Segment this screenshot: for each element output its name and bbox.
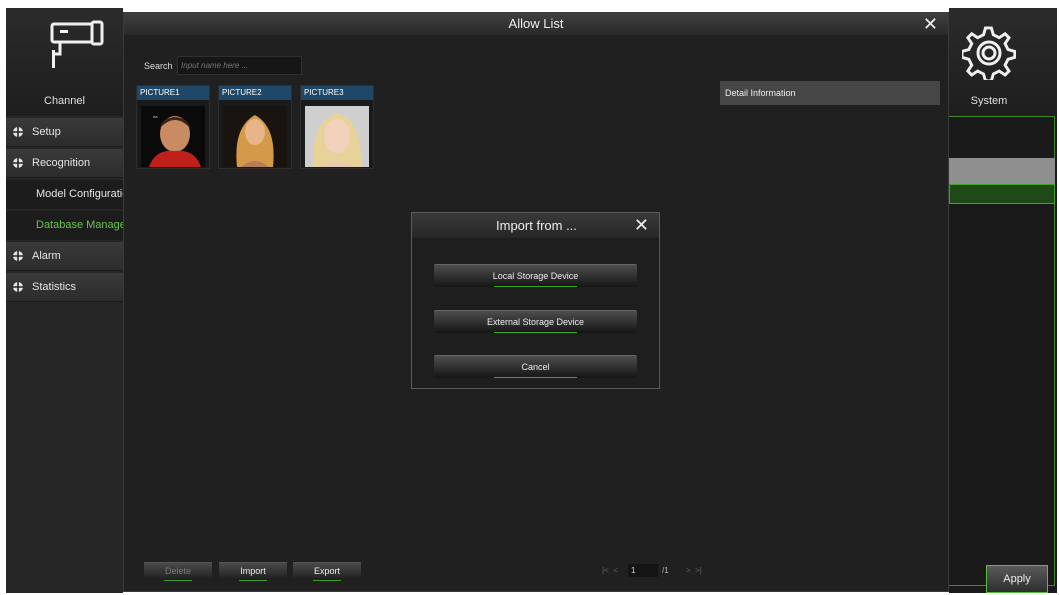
menu-item-statistics[interactable]: Statistics xyxy=(6,273,123,302)
face-thumbnail-image: ea xyxy=(141,106,205,167)
menu-item-model-configuration[interactable]: Model Configuration xyxy=(6,180,123,209)
right-list-row-selected[interactable] xyxy=(949,158,1055,184)
crosshair-icon xyxy=(13,251,23,261)
menu-item-recognition[interactable]: Recognition xyxy=(6,149,123,178)
menu-item-alarm[interactable]: Alarm xyxy=(6,242,123,271)
right-list-row-highlight[interactable] xyxy=(949,184,1055,204)
modal-title: Import from ... xyxy=(496,218,577,233)
menu-label: Alarm xyxy=(32,250,61,262)
last-page-icon[interactable]: >| xyxy=(695,566,702,575)
menu-label: Database Management xyxy=(36,219,123,231)
first-page-icon[interactable]: |< xyxy=(602,566,609,575)
modal-title-bar: Import from ... ✕ xyxy=(412,213,659,238)
left-sidebar: Channel Setup Recognition Model Configur… xyxy=(6,8,123,593)
detail-information-header: Detail Information xyxy=(720,81,940,105)
menu-label: Model Configuration xyxy=(36,188,123,200)
menu-item-setup[interactable]: Setup xyxy=(6,118,123,147)
menu-label: Recognition xyxy=(32,157,91,169)
dialog-title-bar: Allow List ✕ xyxy=(124,13,948,35)
channel-menu[interactable]: Channel xyxy=(6,8,123,116)
menu-label: Setup xyxy=(32,126,61,138)
close-icon[interactable]: ✕ xyxy=(923,15,938,33)
menu-item-database-management[interactable]: Database Management xyxy=(6,211,123,240)
dialog-title: Allow List xyxy=(508,16,564,31)
search-label: Search xyxy=(144,61,173,71)
system-label: System xyxy=(970,95,1008,107)
cancel-button[interactable]: Cancel xyxy=(434,355,637,378)
picture-card[interactable]: PICTURE3 xyxy=(300,85,374,169)
page-total: /1 xyxy=(662,566,669,575)
external-storage-device-button[interactable]: External Storage Device xyxy=(434,310,637,333)
import-from-modal: Import from ... ✕ Local Storage Device E… xyxy=(411,212,660,389)
pager-prev-controls: |< < xyxy=(602,566,618,575)
prev-page-icon[interactable]: < xyxy=(613,566,618,575)
menu-list: Setup Recognition Model Configuration Da… xyxy=(6,118,123,304)
picture-card[interactable]: PICTURE2 xyxy=(218,85,292,169)
export-button[interactable]: Export xyxy=(293,562,361,581)
svg-text:ea: ea xyxy=(153,114,158,119)
gear-icon xyxy=(962,26,1016,80)
face-thumbnail-image xyxy=(223,106,287,167)
menu-label: Statistics xyxy=(32,281,77,293)
system-menu[interactable]: System xyxy=(949,8,1057,116)
import-button[interactable]: Import xyxy=(219,562,287,581)
close-icon[interactable]: ✕ xyxy=(634,216,649,234)
search-input[interactable]: Input name here ... xyxy=(177,56,302,75)
crosshair-icon xyxy=(13,282,23,292)
face-thumbnail-image xyxy=(305,106,369,167)
picture-label: PICTURE2 xyxy=(219,86,291,100)
picture-label: PICTURE3 xyxy=(301,86,373,100)
pager-next-controls: > >| xyxy=(686,566,702,575)
page-number-input[interactable]: 1 xyxy=(628,564,658,577)
crosshair-icon xyxy=(13,127,23,137)
apply-button[interactable]: Apply xyxy=(986,565,1048,593)
channel-label: Channel xyxy=(44,95,85,107)
delete-button[interactable]: Delete xyxy=(144,562,212,581)
right-sidebar: System xyxy=(949,8,1057,593)
picture-card[interactable]: PICTURE1 ea xyxy=(136,85,210,169)
crosshair-icon xyxy=(13,158,23,168)
camera-icon xyxy=(50,20,104,68)
picture-label: PICTURE1 xyxy=(137,86,209,100)
next-page-icon[interactable]: > xyxy=(686,566,691,575)
local-storage-device-button[interactable]: Local Storage Device xyxy=(434,264,637,287)
